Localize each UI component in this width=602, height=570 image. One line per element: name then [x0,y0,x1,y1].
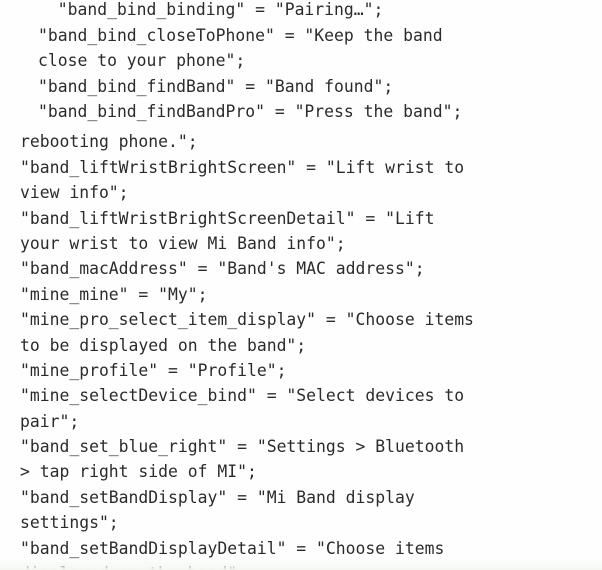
code-line: "band_setBandDisplay" = "Mi Band display [20,487,415,507]
code-line: "mine_mine" = "My"; [20,284,208,304]
code-line: pair"; [20,411,80,431]
code-line: view info"; [20,183,129,203]
code-line: to be displayed on the band"; [20,335,307,355]
code-line: displayed on the band"; [20,561,474,570]
code-line: "band_macAddress" = "Band's MAC address"… [20,259,425,279]
code-line: rebooting phone."; [20,132,198,152]
code-line: "band_bind_findBandPro" = "Press the ban… [38,101,463,121]
code-line: "band_bind_findBand" = "Band found"; [38,76,394,96]
code-line: your wrist to view Mi Band info"; [20,233,346,253]
code-line: "band_set_blue_right" = "Settings > Blue… [20,437,465,457]
strings-file-screenshot: "band_bind_binding" = "Pairing…"; "band_b… [0,0,602,570]
code-block-band-bind-group: "band_bind_binding" = "Pairing…"; "band_b… [38,0,462,124]
code-block-band-and-mine-group: rebooting phone."; "band_liftWristBrightS… [20,129,474,570]
code-line: "mine_pro_select_item_display" = "Choose… [20,310,474,330]
code-line: > tap right side of MI"; [20,462,257,482]
code-line: "band_liftWristBrightScreen" = "Lift wri… [20,157,465,177]
code-line: "band_liftWristBrightScreenDetail" = "Li… [20,208,435,228]
code-line: "mine_profile" = "Profile"; [20,360,287,380]
code-line: "band_setBandDisplayDetail" = "Choose it… [20,538,445,558]
code-line: "band_bind_binding" = "Pairing…"; [38,0,384,20]
code-line: "band_bind_closeToPhone" = "Keep the ban… [38,25,443,45]
code-line: settings"; [20,513,119,533]
code-line: close to your phone"; [38,51,246,71]
code-line: "mine_selectDevice_bind" = "Select devic… [20,386,465,406]
